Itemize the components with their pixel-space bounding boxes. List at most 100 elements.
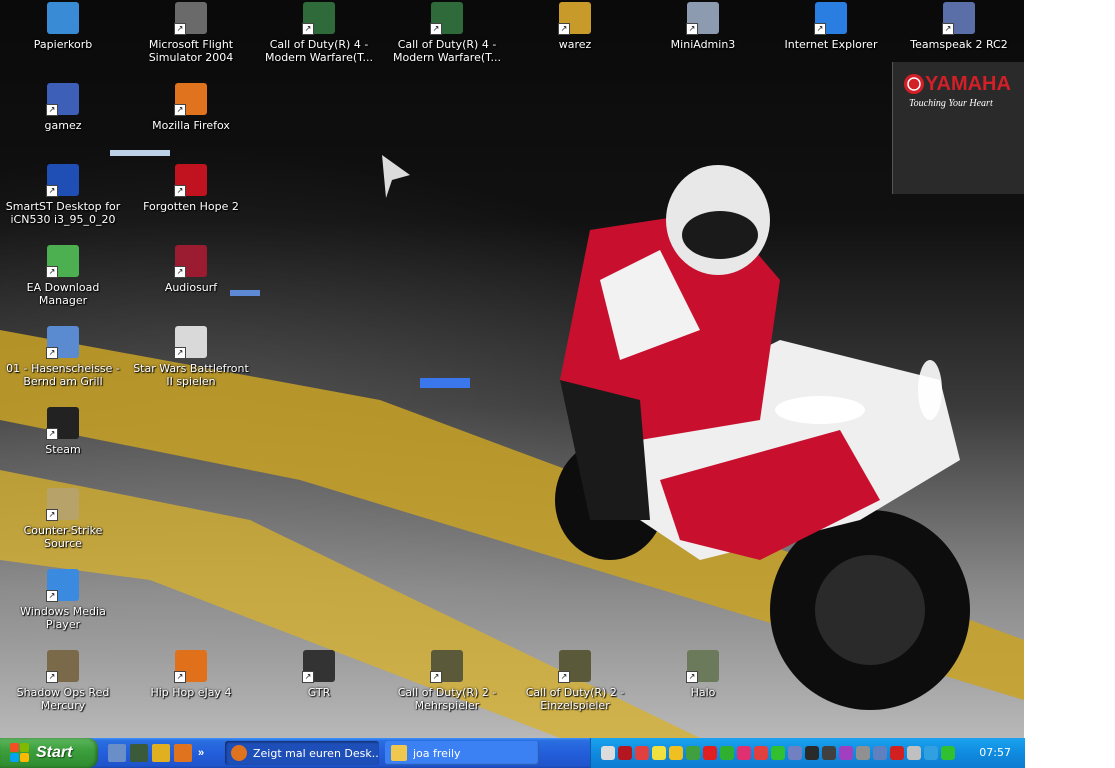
shortcut-arrow-icon: ↗: [174, 266, 186, 278]
desktop-icon[interactable]: ↗ SmartST Desktop for iCN530 i3_95_0_20: [3, 162, 123, 238]
ati-icon[interactable]: [703, 746, 717, 760]
desktop-icon[interactable]: ↗ Call of Duty(R) 2 - Einzelspieler: [515, 648, 635, 724]
firefox-icon[interactable]: [174, 744, 192, 762]
shortcut-arrow-icon: ↗: [46, 266, 58, 278]
desktop-icon[interactable]: ↗ Steam: [3, 405, 123, 481]
card-icon[interactable]: [873, 746, 887, 760]
recycle-bin-icon: [47, 2, 79, 34]
gtr-icon: ↗: [302, 650, 335, 683]
desktop-icon[interactable]: ↗ Counter-Strike Source: [3, 486, 123, 562]
desktop-icon[interactable]: ↗ Forgotten Hope 2: [131, 162, 251, 238]
desktop-icon[interactable]: ↗ Hip Hop eJay 4: [131, 648, 251, 724]
shortcut-arrow-icon: ↗: [46, 671, 58, 683]
desktop-icon[interactable]: ↗ Microsoft Flight Simulator 2004: [131, 0, 251, 76]
desktop-icon[interactable]: ↗ Shadow Ops Red Mercury: [3, 648, 123, 724]
desktop-icon-label: EA Download Manager: [26, 281, 100, 307]
steam-icon[interactable]: [805, 746, 819, 760]
desktop-icon[interactable]: ↗ Call of Duty(R) 4 - Modern Warfare(T...: [387, 0, 507, 76]
shortcut-arrow-icon: ↗: [686, 671, 698, 683]
quicklaunch-more-button[interactable]: »: [198, 747, 204, 759]
desktop-icon[interactable]: ↗ Call of Duty(R) 4 - Modern Warfare(T...: [259, 0, 379, 76]
shortcut-arrow-icon: ↗: [46, 185, 58, 197]
yamaha-tray-icon[interactable]: [618, 746, 632, 760]
shortcut-arrow-icon: ↗: [46, 509, 58, 521]
desktop-icon[interactable]: ↗ gamez: [3, 81, 123, 157]
desktop-icon[interactable]: ↗ EA Download Manager: [3, 243, 123, 319]
folder-icon: ↗: [46, 83, 79, 116]
desktop-icon[interactable]: ↗ warez: [515, 0, 635, 76]
network-icon[interactable]: [601, 746, 615, 760]
internet-explorer-icon: ↗: [814, 2, 847, 35]
security-icon[interactable]: [754, 746, 768, 760]
desktop-icon-label: Windows Media Player: [20, 605, 106, 631]
desktop-icon[interactable]: ↗ GTR: [259, 648, 379, 724]
messenger-icon[interactable]: [737, 746, 751, 760]
desktop-icon[interactable]: ↗ Star Wars Battlefront II spielen: [131, 324, 251, 400]
desktop-icon[interactable]: ↗ Teamspeak 2 RC2: [899, 0, 1019, 76]
media-file-icon: ↗: [46, 326, 79, 359]
wifi-icon[interactable]: [941, 746, 955, 760]
desktop-icon[interactable]: ↗ 01 - Hasenscheisse - Bernd am Grill: [3, 324, 123, 400]
start-button[interactable]: Start: [0, 738, 98, 768]
green-icon[interactable]: [771, 746, 785, 760]
halo-icon: ↗: [686, 650, 719, 683]
fh2-icon: ↗: [174, 164, 207, 197]
network-monitor-icon[interactable]: [924, 746, 938, 760]
screen-icon[interactable]: [130, 744, 148, 762]
taskbar-button-folder[interactable]: joa freily: [385, 741, 539, 765]
cod2-icon: ↗: [558, 650, 591, 683]
shield-icon[interactable]: [669, 746, 683, 760]
clone-trooper-icon: ↗: [174, 326, 207, 359]
cod4-icon: ↗: [302, 2, 335, 35]
desktop[interactable]: YAMAHA Touching Your Heart Papierkorb ↗ Mi…: [0, 0, 1024, 738]
shortcut-arrow-icon: ↗: [942, 23, 954, 35]
antivirus-icon[interactable]: [635, 746, 649, 760]
taskbar-button-firefox[interactable]: Zeigt mal euren Desk...: [225, 741, 379, 765]
speaker-icon[interactable]: [907, 746, 921, 760]
gear-icon[interactable]: [856, 746, 870, 760]
shortcut-arrow-icon: ↗: [814, 23, 826, 35]
shortcut-arrow-icon: ↗: [430, 23, 442, 35]
show-desktop-icon[interactable]: [108, 744, 126, 762]
firefox-icon: [231, 745, 247, 761]
clover-icon[interactable]: [720, 746, 734, 760]
desktop-icon-label: gamez: [44, 119, 82, 132]
users-icon[interactable]: [686, 746, 700, 760]
quick-launch: »: [108, 743, 204, 763]
ejay-icon: ↗: [174, 650, 207, 683]
shortcut-arrow-icon: ↗: [174, 185, 186, 197]
desktop-icon-label: Forgotten Hope 2: [143, 200, 239, 213]
lightning-icon[interactable]: [652, 746, 666, 760]
shortcut-arrow-icon: ↗: [174, 23, 186, 35]
desktop-icon-label: Mozilla Firefox: [152, 119, 230, 132]
desktop-icon-label: Call of Duty(R) 2 - Mehrspieler: [397, 686, 497, 712]
desktop-icon[interactable]: ↗ MiniAdmin3: [643, 0, 763, 76]
taskbar: Start » Zeigt mal euren Desk... joa frei…: [0, 738, 1025, 768]
media-player-icon: ↗: [46, 569, 79, 602]
flag-icon[interactable]: [152, 744, 170, 762]
desktop-icon-label: warez: [558, 38, 592, 51]
desktop-icon[interactable]: ↗ Call of Duty(R) 2 - Mehrspieler: [387, 648, 507, 724]
start-label: Start: [36, 744, 73, 761]
desktop-icon-label: Hip Hop eJay 4: [150, 686, 232, 699]
desktop-icon-label: SmartST Desktop for iCN530 i3_95_0_20: [5, 200, 121, 226]
desktop-icon-label: GTR: [307, 686, 331, 699]
desktop-icon-label: Call of Duty(R) 2 - Einzelspieler: [525, 686, 625, 712]
chat-icon[interactable]: [839, 746, 853, 760]
monitor-icon[interactable]: [822, 746, 836, 760]
shortcut-arrow-icon: ↗: [46, 428, 58, 440]
desktop-icon[interactable]: ↗ Mozilla Firefox: [131, 81, 251, 157]
desktop-icon[interactable]: ↗ Audiosurf: [131, 243, 251, 319]
clock[interactable]: 07:57: [979, 746, 1011, 759]
shortcut-arrow-icon: ↗: [302, 671, 314, 683]
desktop-icon-label: Call of Duty(R) 4 - Modern Warfare(T...: [392, 38, 502, 64]
navigation-icon: ↗: [46, 164, 79, 197]
desktop-icon[interactable]: ↗ Halo: [643, 648, 763, 724]
ati-catalyst-icon[interactable]: [890, 746, 904, 760]
desktop-icon[interactable]: Papierkorb: [3, 0, 123, 76]
desktop-icon[interactable]: ↗ Windows Media Player: [3, 567, 123, 643]
teamspeak-icon[interactable]: [788, 746, 802, 760]
steam-icon: ↗: [46, 407, 79, 440]
airplane-icon: ↗: [174, 2, 207, 35]
desktop-icon[interactable]: ↗ Internet Explorer: [771, 0, 891, 76]
